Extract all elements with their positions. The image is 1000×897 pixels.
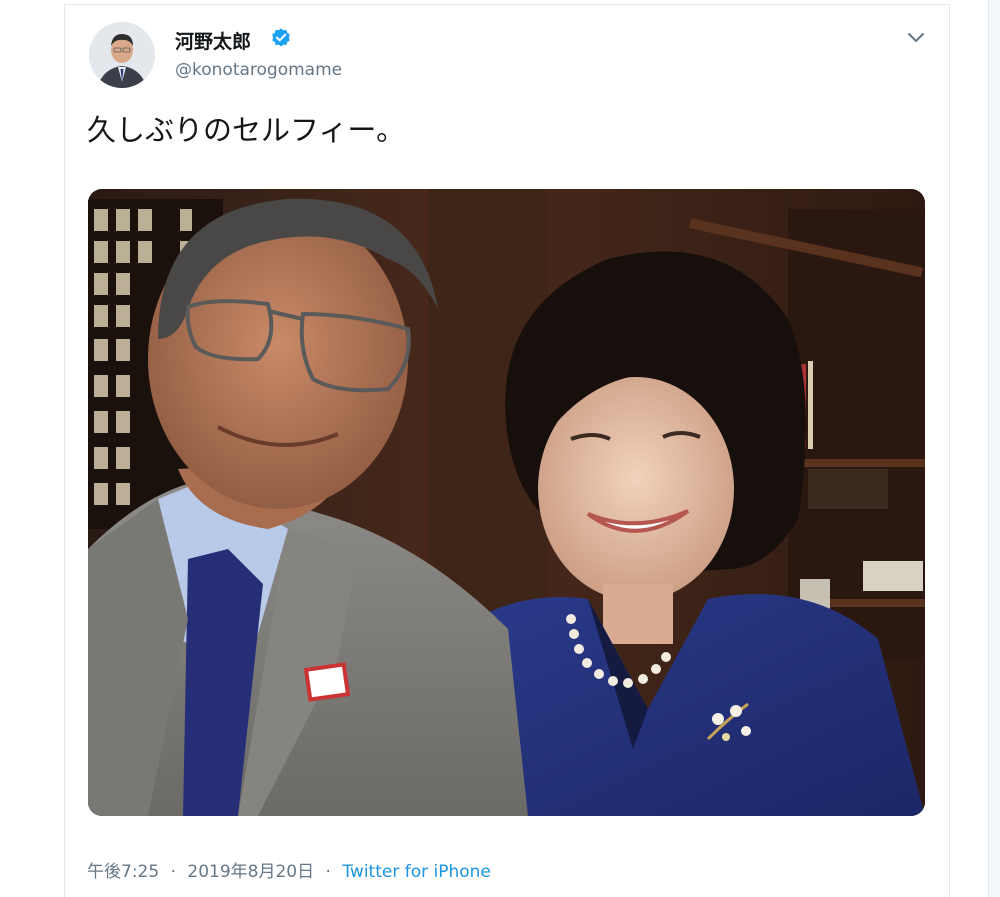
avatar-image	[89, 22, 155, 88]
tweet-text: 久しぶりのセルフィー。	[87, 113, 406, 147]
tweet-photo[interactable]	[88, 189, 925, 816]
tweet-date[interactable]: 2019年8月20日	[187, 862, 314, 882]
meta-separator-2: ·	[325, 862, 331, 882]
selfie-photo	[88, 189, 925, 816]
tweet-meta: 午後7:25 · 2019年8月20日 · Twitter for iPhone	[87, 857, 491, 882]
right-gutter	[988, 0, 1000, 897]
verified-badge-icon	[272, 28, 290, 47]
tweet-time[interactable]: 午後7:25	[87, 862, 159, 882]
left-gutter	[0, 0, 18, 897]
tweet-source-link[interactable]: Twitter for iPhone	[342, 862, 491, 882]
username[interactable]: @konotarogomame	[175, 60, 342, 80]
avatar[interactable]	[89, 22, 155, 88]
meta-separator: ·	[170, 862, 176, 882]
chevron-down-icon[interactable]	[903, 26, 929, 48]
display-name[interactable]: 河野太郎	[175, 27, 251, 54]
